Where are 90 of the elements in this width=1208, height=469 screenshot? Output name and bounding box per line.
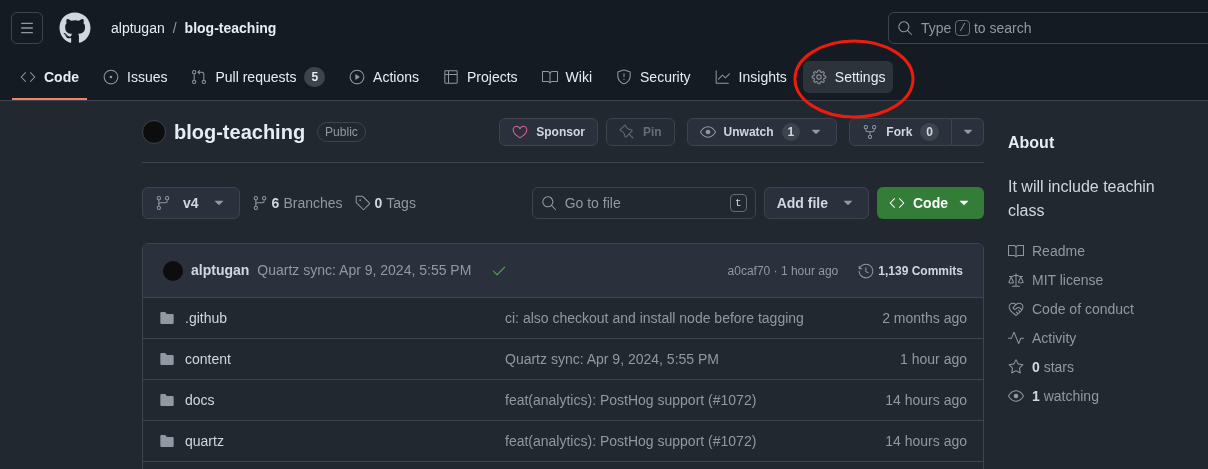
table-icon bbox=[443, 69, 459, 85]
file-name[interactable]: .github bbox=[185, 307, 505, 329]
nav-tab[interactable]: Pull requests 5 bbox=[183, 61, 334, 93]
play-icon bbox=[349, 69, 366, 85]
pin-icon bbox=[618, 123, 635, 140]
commit-message[interactable]: feat(analytics): PostHog support (#1072) bbox=[505, 389, 886, 411]
sponsor-button[interactable]: Sponsor bbox=[499, 117, 598, 146]
menu-button[interactable] bbox=[11, 12, 43, 44]
about-link[interactable]: Code of conduct bbox=[1008, 299, 1208, 319]
history-icon bbox=[858, 262, 875, 279]
book-icon bbox=[541, 69, 558, 85]
folder-icon bbox=[159, 392, 175, 408]
shield-icon bbox=[616, 69, 633, 85]
commit-time: 2 months ago bbox=[882, 308, 967, 328]
folder-icon bbox=[159, 351, 175, 367]
count-badge: 5 bbox=[304, 67, 326, 87]
folder-icon bbox=[159, 310, 175, 326]
commit-time: 1 hour ago bbox=[900, 349, 967, 369]
add-file-button[interactable]: Add file bbox=[763, 187, 869, 219]
commits-link[interactable]: 1,139 Commits bbox=[858, 261, 963, 280]
commit-time: 14 hours ago bbox=[885, 431, 967, 451]
code-icon bbox=[20, 69, 36, 85]
code-button[interactable]: Code bbox=[877, 187, 984, 219]
unwatch-button[interactable]: Unwatch 1 bbox=[686, 117, 838, 146]
fork-button[interactable]: Fork 0 bbox=[849, 117, 952, 146]
count-badge: 1 bbox=[781, 122, 801, 141]
owner-link[interactable]: alptugan bbox=[111, 17, 165, 39]
commit-time: 14 hours ago bbox=[885, 390, 967, 410]
count-badge: 0 bbox=[920, 122, 939, 141]
star-icon bbox=[1008, 359, 1024, 375]
file-name[interactable]: docs bbox=[185, 389, 505, 411]
search-placeholder: Type bbox=[921, 18, 952, 38]
eye-icon bbox=[1008, 388, 1024, 404]
fork-icon bbox=[862, 123, 879, 140]
about-link[interactable]: 1 watching bbox=[1008, 386, 1208, 406]
repo-title: blog-teaching bbox=[174, 119, 306, 145]
avatar bbox=[142, 119, 166, 144]
search-icon bbox=[897, 20, 913, 36]
about-link[interactable]: 0 stars bbox=[1008, 357, 1208, 377]
tags-link[interactable]: 0 Tags bbox=[354, 192, 416, 214]
tag-icon bbox=[354, 195, 371, 211]
shortcut-key: t bbox=[730, 194, 747, 212]
repo-link[interactable]: blog-teaching bbox=[184, 17, 277, 39]
shortcut-key: / bbox=[955, 20, 970, 36]
commit-message[interactable]: Quartz sync: Apr 9, 2024, 5:55 PM bbox=[257, 260, 472, 281]
eye-icon bbox=[699, 123, 716, 140]
pulse-icon bbox=[1008, 330, 1024, 346]
commit-message[interactable]: feat(analytics): PostHog support (#1072) bbox=[505, 430, 886, 452]
branch-select[interactable]: v4 bbox=[142, 187, 240, 219]
nav-tab[interactable]: Security bbox=[608, 61, 699, 93]
nav-tab[interactable]: Insights bbox=[706, 61, 795, 93]
about-link[interactable]: Activity bbox=[1008, 328, 1208, 348]
code-icon bbox=[889, 195, 905, 211]
graph-icon bbox=[714, 69, 731, 85]
book-icon bbox=[1008, 243, 1024, 259]
file-name[interactable]: quartz bbox=[185, 430, 505, 452]
nav-tab[interactable]: Issues bbox=[95, 61, 176, 93]
about-link[interactable]: MIT license bbox=[1008, 270, 1208, 290]
heart-icon bbox=[512, 123, 529, 140]
nav-tab[interactable]: Settings bbox=[802, 61, 894, 93]
about-link[interactable]: Readme bbox=[1008, 241, 1208, 261]
nav-tab[interactable]: Wiki bbox=[533, 61, 601, 93]
search-placeholder: to search bbox=[973, 18, 1032, 38]
octocat-logo-icon bbox=[59, 12, 91, 44]
scale-icon bbox=[1008, 272, 1024, 288]
pull-request-icon bbox=[191, 69, 208, 85]
branch-icon bbox=[155, 195, 171, 211]
file-name[interactable]: content bbox=[185, 348, 505, 370]
about-description: It will include teachin class bbox=[1008, 177, 1156, 221]
fork-dropdown-button[interactable] bbox=[952, 117, 984, 146]
about-heading: About bbox=[1008, 133, 1056, 153]
commit-hash-time: a0caf70 · 1 hour ago bbox=[727, 262, 839, 280]
breadcrumb-separator: / bbox=[172, 18, 177, 38]
menu-icon bbox=[19, 20, 35, 36]
file-search-input[interactable]: Go to file bbox=[564, 192, 723, 214]
commit-message[interactable]: ci: also checkout and install node before tagging bbox=[505, 307, 883, 329]
file-search-field[interactable]: Go to file t bbox=[531, 187, 756, 219]
branch-icon bbox=[251, 195, 268, 211]
settings-icon bbox=[810, 69, 827, 85]
commit-author[interactable]: alptugan bbox=[191, 260, 250, 281]
nav-tab[interactable]: Actions bbox=[341, 61, 427, 93]
search-field[interactable]: Type / to search bbox=[888, 12, 1208, 44]
search-icon bbox=[540, 195, 557, 211]
branches-link[interactable]: 6 Branches bbox=[251, 192, 343, 214]
nav-tab[interactable]: Code bbox=[12, 61, 87, 93]
avatar bbox=[163, 260, 183, 281]
folder-icon bbox=[159, 433, 175, 449]
heart-handshake-icon bbox=[1008, 301, 1024, 317]
nav-tab[interactable]: Projects bbox=[435, 61, 526, 93]
commit-message[interactable]: Quartz sync: Apr 9, 2024, 5:55 PM bbox=[505, 348, 901, 370]
